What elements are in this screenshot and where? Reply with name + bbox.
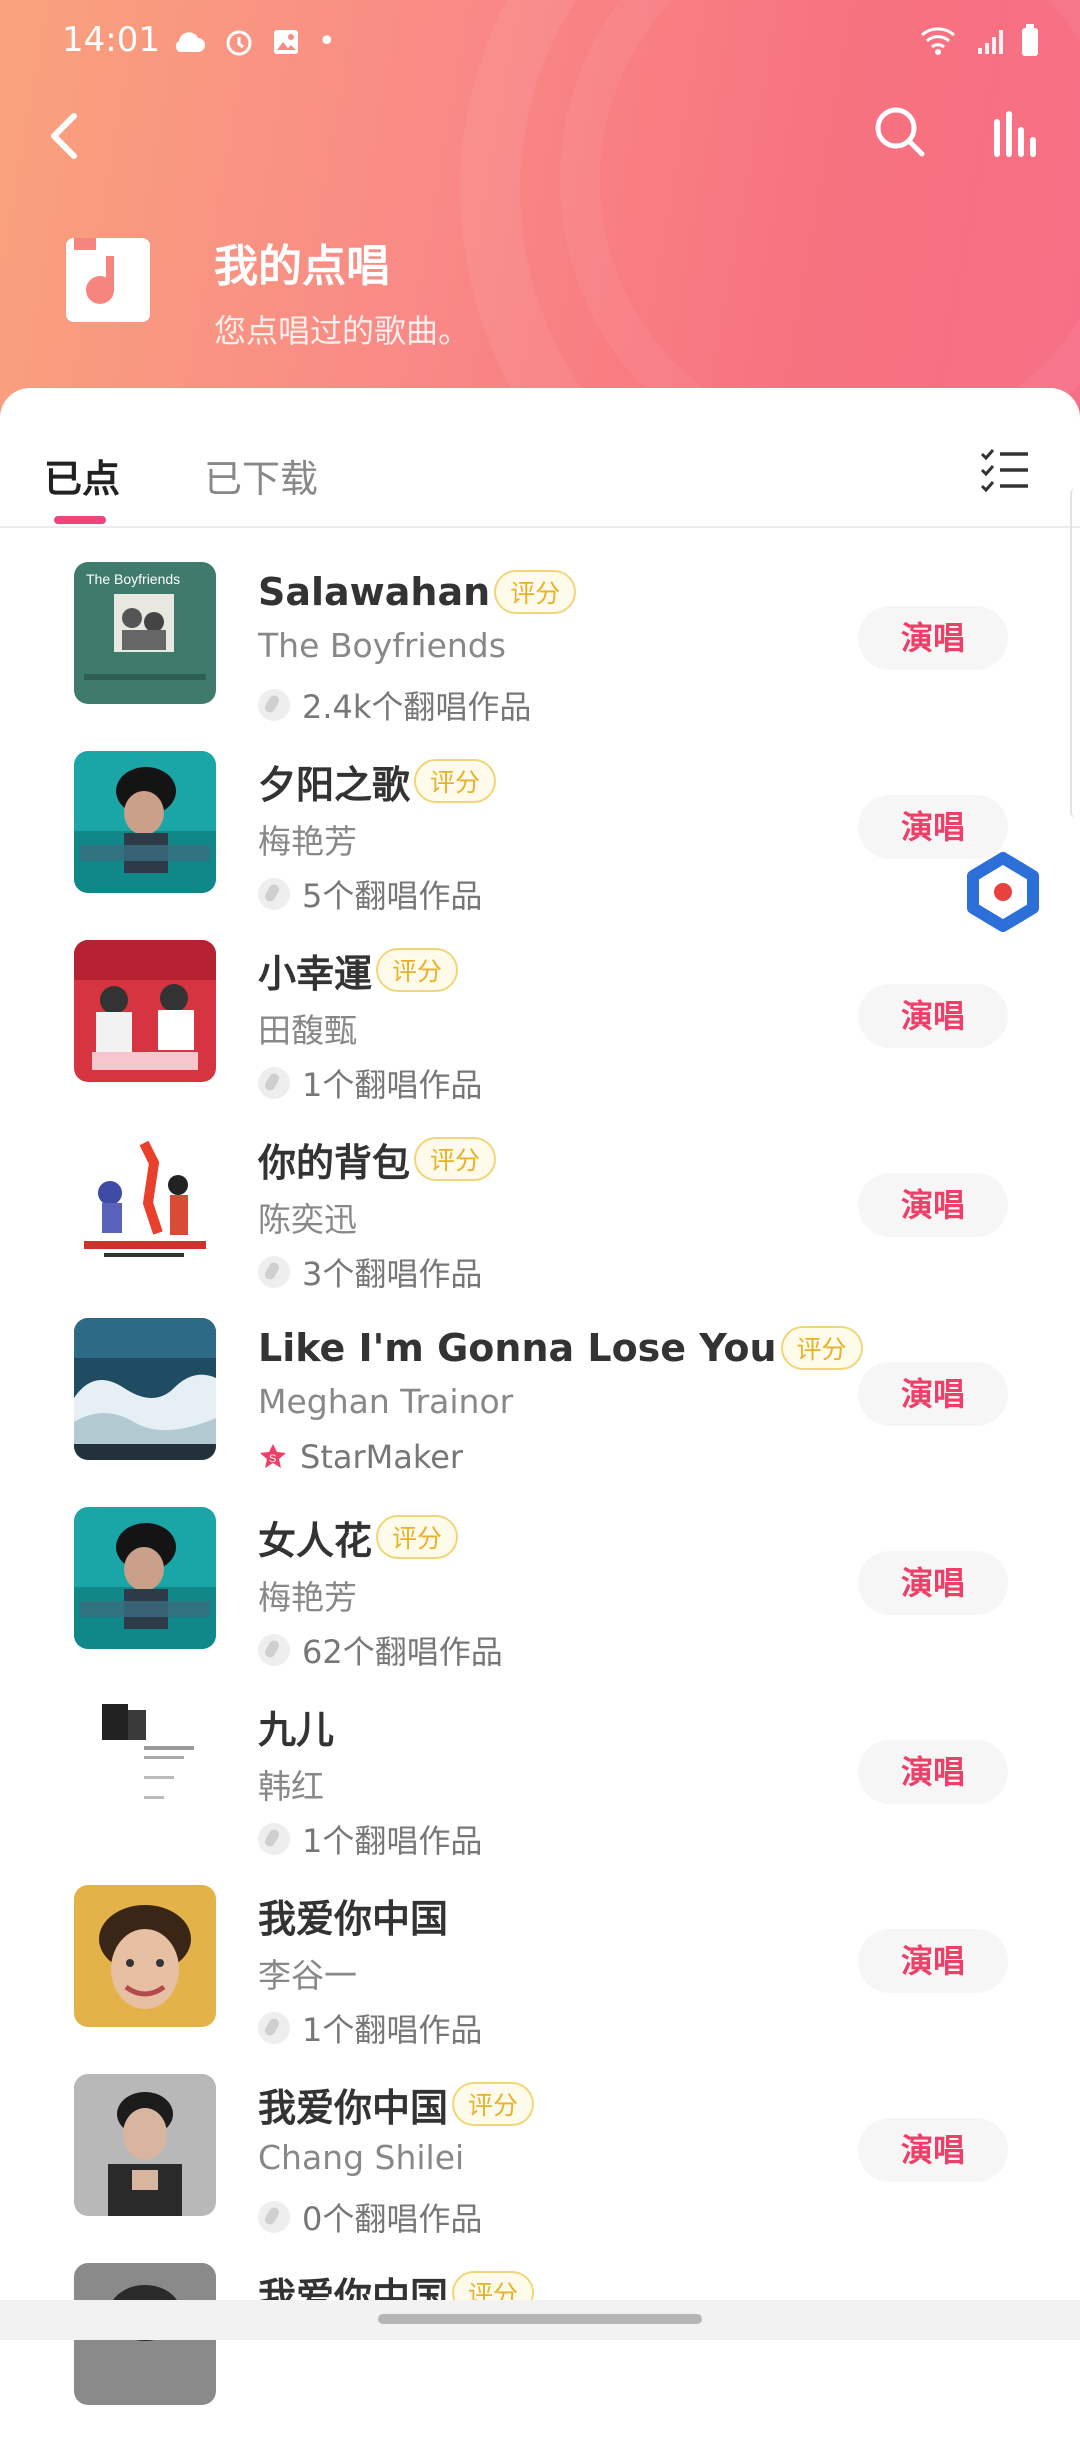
song-meta: S StarMaker [258, 1438, 463, 1476]
song-row[interactable]: 我爱你中国李谷一 1个翻唱作品 演唱 [0, 1885, 1080, 2074]
song-artist: 韩红 [258, 1767, 324, 1806]
rating-badge: 评分 [376, 1515, 459, 1559]
song-row[interactable]: 我爱你中国 评分 Chang Shilei 0个翻唱作品 演唱 [0, 2074, 1080, 2263]
sing-button[interactable]: 演唱 [858, 2118, 1008, 2182]
rating-badge: 评分 [414, 759, 497, 803]
svg-text:The Boyfriends: The Boyfriends [86, 571, 180, 587]
song-artist: 梅艳芳 [258, 822, 357, 861]
song-row[interactable]: The Boyfriends Salawahan 评分 The Boyfriends 2… [0, 562, 1080, 751]
microphone-icon [258, 878, 290, 910]
microphone-icon [258, 1067, 290, 1099]
rating-badge: 评分 [452, 2082, 535, 2126]
song-row[interactable]: Like I'm Gonna Lose You 评分 Meghan Trainor S… [0, 1318, 1080, 1507]
song-cover-image [74, 1885, 216, 2027]
song-artist: Meghan Trainor [258, 1382, 514, 1421]
song-artist: 梅艳芳 [258, 1578, 357, 1617]
song-cover-image: The Boyfriends [74, 562, 216, 704]
song-title: 九儿 [258, 1707, 335, 1752]
song-meta: 2.4k个翻唱作品 [258, 682, 531, 728]
song-row[interactable]: 女人花 评分 梅艳芳 62个翻唱作品 演唱 [0, 1507, 1080, 1696]
microphone-icon [258, 1256, 290, 1288]
song-cover-image [74, 1507, 216, 1649]
song-title-line: 我爱你中国 评分 [258, 2078, 535, 2130]
rating-badge: 评分 [780, 1326, 863, 1370]
sing-button[interactable]: 演唱 [858, 1551, 1008, 1615]
song-title: Salawahan [258, 570, 491, 614]
song-list: The Boyfriends Salawahan 评分 The Boyfriends 2… [0, 0, 1080, 2405]
song-cover-image [74, 751, 216, 893]
song-cover-image [74, 2074, 216, 2216]
microphone-icon [258, 689, 290, 721]
rating-badge: 评分 [494, 570, 577, 614]
song-title-line: 九儿 [258, 1700, 334, 1752]
song-meta-text: 1个翻唱作品 [302, 1066, 483, 1104]
song-meta-text: 62个翻唱作品 [302, 1633, 503, 1671]
song-meta-text: 3个翻唱作品 [302, 1255, 483, 1293]
microphone-icon [258, 1634, 290, 1666]
floating-app-logo-icon[interactable] [963, 852, 1043, 932]
song-title: 你的背包 [258, 1140, 411, 1185]
song-meta: 1个翻唱作品 [258, 1060, 482, 1106]
song-row[interactable]: 我爱你中国 评分 [0, 2263, 1080, 2452]
song-row[interactable]: 夕阳之歌 评分梅艳芳 5个翻唱作品 演唱 [0, 751, 1080, 940]
song-row[interactable]: 小幸運 评分 田馥甄 1个翻唱作品 演唱 [0, 940, 1080, 1129]
song-title-line: 夕阳之歌 评分 [258, 755, 497, 807]
song-meta: 3个翻唱作品 [258, 1249, 482, 1295]
song-title-line: 我爱你中国 [258, 1889, 448, 1941]
song-meta-text: 5个翻唱作品 [302, 877, 483, 915]
song-artist: Chang Shilei [258, 2138, 465, 2177]
home-indicator[interactable] [378, 2314, 702, 2324]
song-artist: 李谷一 [258, 1956, 357, 1995]
song-meta: 0个翻唱作品 [258, 2194, 482, 2240]
song-artist: The Boyfriends [258, 626, 506, 665]
song-meta: 1个翻唱作品 [258, 1816, 482, 1862]
song-title-line: 女人花 评分 [258, 1511, 459, 1563]
song-cover-image [74, 1696, 216, 1838]
starmaker-icon: S [260, 1444, 286, 1468]
song-title: 小幸運 [258, 951, 373, 996]
song-artist: 陈奕迅 [258, 1200, 357, 1239]
song-artist: 田馥甄 [258, 1011, 357, 1050]
song-meta: 62个翻唱作品 [258, 1627, 503, 1673]
song-meta: 1个翻唱作品 [258, 2005, 482, 2051]
song-meta-text: 1个翻唱作品 [302, 2011, 483, 2049]
song-row[interactable]: 你的背包 评分陈奕迅 3个翻唱作品 演唱 [0, 1129, 1080, 1318]
song-title: 我爱你中国 [258, 1896, 449, 1941]
sing-button[interactable]: 演唱 [858, 606, 1008, 670]
microphone-icon [258, 1823, 290, 1855]
song-title-line: 小幸運 评分 [258, 944, 459, 996]
song-title: 我爱你中国 [258, 2085, 449, 2130]
rating-badge: 评分 [376, 948, 459, 992]
song-title: 夕阳之歌 [258, 762, 411, 807]
song-meta-text: 0个翻唱作品 [302, 2200, 483, 2238]
song-meta-text: StarMaker [300, 1438, 464, 1476]
song-meta-text: 2.4k个翻唱作品 [302, 688, 532, 726]
song-title-line: Salawahan 评分 [258, 566, 577, 618]
song-cover-image [74, 1129, 216, 1271]
sing-button[interactable]: 演唱 [858, 1929, 1008, 1993]
svg-text:S: S [269, 1453, 276, 1465]
song-cover-image [74, 940, 216, 1082]
song-meta-text: 1个翻唱作品 [302, 1822, 483, 1860]
sing-button[interactable]: 演唱 [858, 1740, 1008, 1804]
song-meta: 5个翻唱作品 [258, 871, 482, 917]
sing-button[interactable]: 演唱 [858, 984, 1008, 1048]
sing-button[interactable]: 演唱 [858, 1173, 1008, 1237]
sing-button[interactable]: 演唱 [858, 795, 1008, 859]
rating-badge: 评分 [414, 1137, 497, 1181]
microphone-icon [258, 2201, 290, 2233]
song-title-line: Like I'm Gonna Lose You 评分 [258, 1322, 863, 1374]
sing-button[interactable]: 演唱 [858, 1362, 1008, 1426]
song-title: Like I'm Gonna Lose You [258, 1326, 777, 1370]
microphone-icon [258, 2012, 290, 2044]
song-title: 女人花 [258, 1518, 373, 1563]
song-cover-image [74, 1318, 216, 1460]
song-row[interactable]: 九儿韩红 1个翻唱作品 演唱 [0, 1696, 1080, 1885]
song-title-line: 你的背包 评分 [258, 1133, 497, 1185]
